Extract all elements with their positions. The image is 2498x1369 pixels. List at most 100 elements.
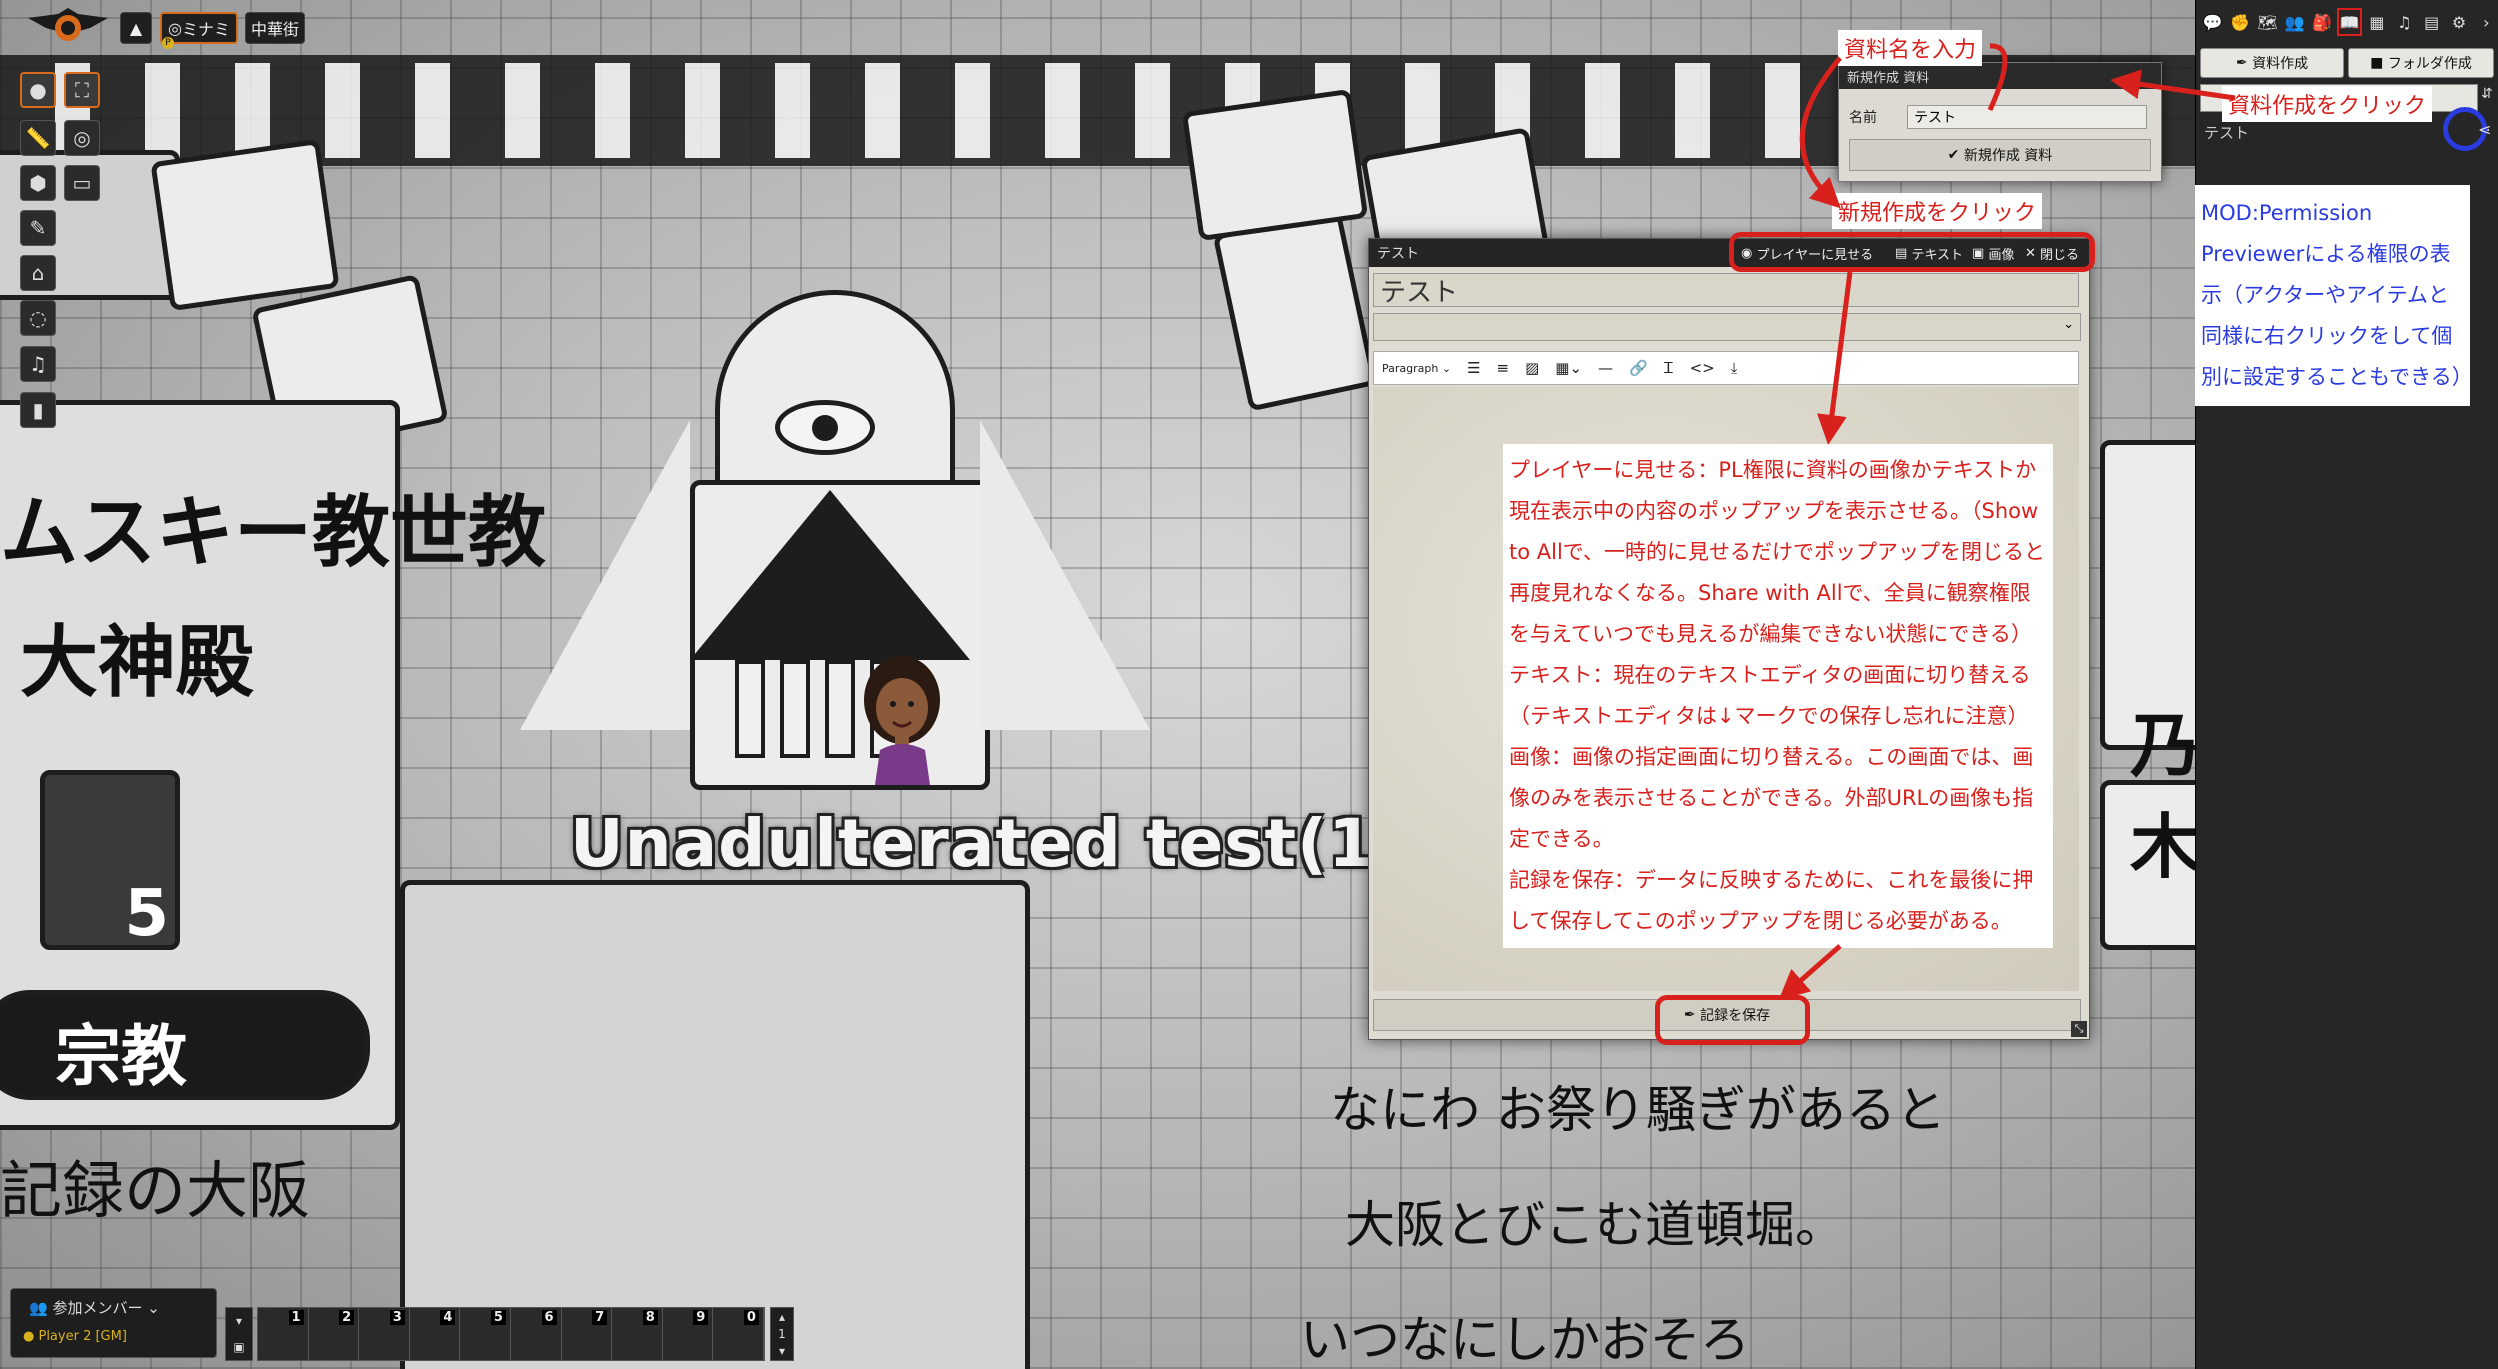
caret-down-icon[interactable]: ▾ (779, 1344, 785, 1358)
folder-icon: ■ (2370, 55, 2384, 71)
create-submit-label: 新規作成 資料 (1963, 148, 2053, 164)
drawing-tools-button[interactable]: ✎ (20, 210, 56, 246)
hotbar-slot[interactable]: 2 (308, 1308, 360, 1360)
walls-controls-button[interactable]: ⌂ (20, 255, 56, 291)
folder-icon: ▣ (233, 1340, 245, 1354)
map-text-right-edge: 乃木 (2130, 705, 2195, 888)
numbered-list-icon[interactable]: ≡ (1497, 359, 1510, 377)
temple-roof (690, 490, 970, 660)
map-text-great-temple: 大神殿 (20, 618, 255, 708)
link-icon[interactable]: 🔗 (1629, 359, 1648, 377)
hotbar-page-number: 1 (778, 1326, 786, 1341)
target-icon: ◎ (73, 126, 91, 150)
chevron-down-icon: ⌄ (147, 1299, 160, 1317)
share-permission-icon[interactable]: ⋖ (2478, 120, 2491, 139)
horizontal-rule-icon[interactable]: — (1598, 359, 1613, 377)
sort-icon[interactable]: ⇵ (2481, 86, 2493, 102)
combat-icon[interactable]: ✊ (2227, 8, 2252, 36)
ruler-tool-button[interactable]: ▭ (64, 165, 100, 201)
hotbar-slot[interactable]: 6 (510, 1308, 562, 1360)
slot-number: 2 (339, 1310, 355, 1325)
lighting-controls-button[interactable]: ◌ (20, 300, 56, 336)
journal-icon[interactable]: 📖 (2336, 8, 2363, 36)
journal-folder-select[interactable]: ⌄ (1373, 313, 2081, 341)
hotbar-slot[interactable]: 8 (612, 1308, 663, 1360)
select-tool-button[interactable]: ⛶ (64, 72, 100, 108)
temple-pillar (735, 660, 765, 758)
source-code-icon[interactable]: <> (1690, 359, 1715, 377)
explain-text-mode: テキスト：現在のテキストエディタの画面に切り替える（テキストエディタは↓マークで… (1509, 663, 2031, 728)
create-entry-button[interactable]: ✒ 資料作成 (2200, 48, 2344, 78)
token-controls-button[interactable]: ● (20, 72, 56, 108)
pencil-icon: ✎ (29, 216, 47, 240)
hotbar-slot[interactable]: 4 (409, 1308, 461, 1360)
save-download-icon[interactable]: ⤓ (1731, 359, 1738, 377)
explain-image-mode: 画像：画像の指定画面に切り替える。この画面では、画像のみを表示させることができる… (1509, 745, 2034, 851)
check-icon: ✔ (1947, 147, 1960, 163)
entry-name-input[interactable] (1907, 105, 2147, 129)
map-handwriting-right-3: いつなにしかおそろ (1300, 1311, 1750, 1369)
religion-label: 宗教 (55, 1018, 187, 1095)
notes-controls-button[interactable]: ▮ (20, 392, 56, 428)
target-tool-button[interactable]: ◎ (64, 120, 100, 156)
create-folder-button[interactable]: ■ フォルダ作成 (2348, 48, 2494, 78)
bookmark-icon: ▮ (32, 398, 44, 422)
hotbar-slot[interactable]: 7 (561, 1308, 613, 1360)
dialog-header[interactable]: 新規作成 資料 (1839, 63, 2161, 89)
image-insert-icon[interactable]: ▨ (1525, 359, 1539, 377)
journal-name-input[interactable] (1373, 273, 2079, 307)
highlight-header-controls (1729, 232, 2095, 272)
resize-handle-icon[interactable]: ⤡ (2071, 1021, 2087, 1037)
tiles-controls-button[interactable]: ⬢ (20, 165, 56, 201)
players-header[interactable]: 👥 参加メンバー ⌄ (29, 1297, 160, 1318)
bullet-list-icon[interactable]: ☰ (1467, 359, 1480, 377)
users-icon: 👥 (29, 1299, 48, 1317)
settings-icon[interactable]: ⚙ (2446, 8, 2471, 36)
door-number: 5 (124, 877, 169, 951)
journal-window-title: テスト (1377, 246, 1419, 262)
macro-hotbar[interactable]: 1 2 3 4 5 6 7 8 9 0 (257, 1307, 765, 1361)
character-token[interactable] (855, 650, 950, 785)
token-name-label: Unadulterated test(1) (570, 805, 1407, 882)
clear-format-icon[interactable]: Ꮖ (1664, 359, 1674, 377)
scene-tab-chinatown[interactable]: 中華街 (245, 12, 305, 44)
dialog-title: 新規作成 資料 (1847, 70, 1930, 86)
annotation-explanation: プレイヤーに見せる：PL権限に資料の画像かテキストか現在表示中の内容のポップアッ… (1503, 444, 2053, 948)
scene-tab-label: ミナミ (181, 20, 230, 39)
actors-icon[interactable]: 👥 (2282, 8, 2307, 36)
editor-toolbar: Paragraph ⌄ ☰ ≡ ▨ ▦⌄ — 🔗 Ꮖ <> ⤓ (1373, 351, 2079, 385)
slot-number: 6 (541, 1310, 557, 1325)
create-submit-button[interactable]: ✔ 新規作成 資料 (1849, 139, 2151, 171)
music-icon: ♫ (29, 352, 47, 376)
tables-icon[interactable]: ▦ (2364, 8, 2389, 36)
navigation-toggle-button[interactable]: ▲ (120, 12, 152, 44)
items-icon[interactable]: 🎒 (2309, 8, 2334, 36)
macro-directory-button[interactable]: ▾ ▣ (225, 1307, 253, 1361)
feather-icon: ✒ (2235, 55, 2248, 71)
caret-up-icon[interactable]: ▴ (779, 1310, 785, 1324)
hotbar-slot[interactable]: 9 (662, 1308, 714, 1360)
table-icon[interactable]: ▦⌄ (1555, 359, 1582, 377)
format-dropdown[interactable]: Paragraph ⌄ (1382, 362, 1451, 375)
hotbar-slot[interactable]: 3 (359, 1308, 410, 1360)
hotbar-page-control[interactable]: ▴ 1 ▾ (770, 1307, 794, 1361)
pyramid-right (980, 420, 1150, 730)
foundry-logo-icon[interactable] (28, 8, 108, 48)
players-list[interactable]: 👥 参加メンバー ⌄ ● Player 2 [GM] (10, 1288, 217, 1358)
hotbar-slot[interactable]: 0 (713, 1308, 764, 1360)
measure-controls-button[interactable]: 📏 (20, 120, 56, 156)
create-entry-label: 資料作成 (2252, 56, 2309, 72)
hotbar-slot[interactable]: 5 (460, 1308, 511, 1360)
ruler-icon: 📏 (25, 126, 51, 150)
compendium-icon[interactable]: ▤ (2419, 8, 2444, 36)
collapse-sidebar-icon[interactable]: › (2474, 8, 2498, 36)
sound-controls-button[interactable]: ♫ (20, 346, 56, 382)
player-status-dot-icon: ● (23, 1329, 35, 1344)
playlists-icon[interactable]: ♫ (2392, 8, 2417, 36)
temple-dome (715, 290, 955, 490)
eye-symbol (775, 400, 875, 455)
caret-up-icon: ▲ (129, 18, 143, 38)
scenes-icon[interactable]: 🗺 (2255, 8, 2280, 36)
hotbar-slot[interactable]: 1 (258, 1308, 309, 1360)
chat-icon[interactable]: 💬 (2200, 8, 2225, 36)
